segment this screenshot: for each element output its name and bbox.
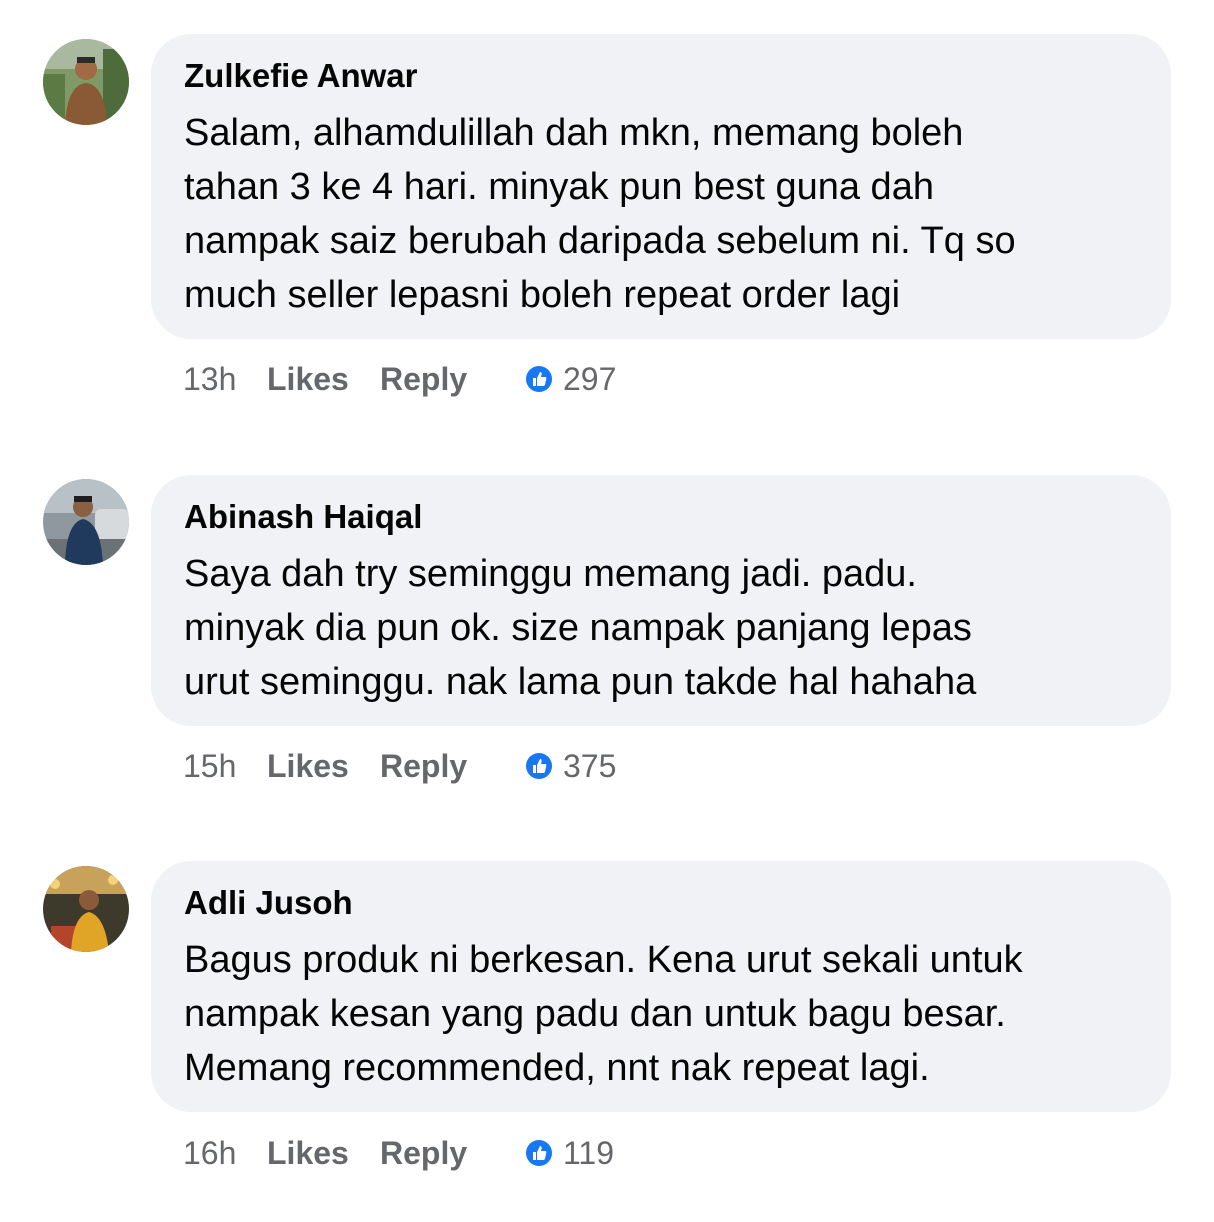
reaction-count: 119 <box>563 1134 615 1171</box>
comment-actions: 13h Likes Reply 297 <box>183 359 616 399</box>
comment-text-line: tahan 3 ke 4 hari. minyak pun best guna … <box>184 166 934 208</box>
comment-timestamp[interactable]: 13h <box>183 361 267 398</box>
like-button[interactable]: Likes <box>267 748 380 785</box>
comment-text: Bagus produk ni berkesan. Kena urut seka… <box>184 933 1138 1095</box>
avatar-photo <box>43 479 129 565</box>
comment-text-line: minyak dia pun ok. size nampak panjang l… <box>184 607 972 649</box>
like-icon <box>525 1139 553 1167</box>
comment-actions: 16h Likes Reply 119 <box>183 1133 614 1173</box>
comment-text-line: Salam, alhamdulillah dah mkn, memang bol… <box>184 112 964 154</box>
like-button[interactable]: Likes <box>267 1135 380 1172</box>
avatar-photo <box>43 866 129 952</box>
comment-author[interactable]: Zulkefie Anwar <box>184 56 1138 96</box>
reaction-summary[interactable]: 375 <box>525 748 616 785</box>
comment-timestamp[interactable]: 15h <box>183 748 267 785</box>
like-button[interactable]: Likes <box>267 361 380 398</box>
like-icon <box>525 752 553 780</box>
comment-bubble: Zulkefie Anwar Salam, alhamdulillah dah … <box>151 34 1171 339</box>
comment-author[interactable]: Abinash Haiqal <box>184 497 1138 537</box>
avatar-photo <box>43 39 129 125</box>
comment-text-line: nampak saiz berubah daripada sebelum ni.… <box>184 220 1016 262</box>
comment-text-line: urut seminggu. nak lama pun takde hal ha… <box>184 661 977 703</box>
reaction-summary[interactable]: 297 <box>525 361 616 398</box>
reply-button[interactable]: Reply <box>380 748 525 785</box>
avatar[interactable] <box>43 479 129 565</box>
comment-actions: 15h Likes Reply 375 <box>183 746 616 786</box>
comment-timestamp[interactable]: 16h <box>183 1135 267 1172</box>
comment-text-line: Memang recommended, nnt nak repeat lagi. <box>184 1047 930 1089</box>
comment-text: Salam, alhamdulillah dah mkn, memang bol… <box>184 106 1138 322</box>
comment-text-line: Bagus produk ni berkesan. Kena urut seka… <box>184 939 1023 981</box>
avatar[interactable] <box>43 39 129 125</box>
reply-button[interactable]: Reply <box>380 1135 525 1172</box>
reaction-summary[interactable]: 119 <box>525 1135 614 1172</box>
comment-text-line: Saya dah try seminggu memang jadi. padu. <box>184 553 917 595</box>
comment-bubble: Adli Jusoh Bagus produk ni berkesan. Ken… <box>151 861 1171 1112</box>
comment-author[interactable]: Adli Jusoh <box>184 883 1138 923</box>
avatar[interactable] <box>43 866 129 952</box>
reply-button[interactable]: Reply <box>380 361 525 398</box>
reaction-count: 297 <box>563 360 617 397</box>
comment-text-line: much seller lepasni boleh repeat order l… <box>184 274 901 316</box>
comment-bubble: Abinash Haiqal Saya dah try seminggu mem… <box>151 475 1171 726</box>
reaction-count: 375 <box>563 747 617 784</box>
like-icon <box>525 365 553 393</box>
comment-text-line: nampak kesan yang padu dan untuk bagu be… <box>184 993 1006 1035</box>
comment-text: Saya dah try seminggu memang jadi. padu.… <box>184 547 1138 709</box>
